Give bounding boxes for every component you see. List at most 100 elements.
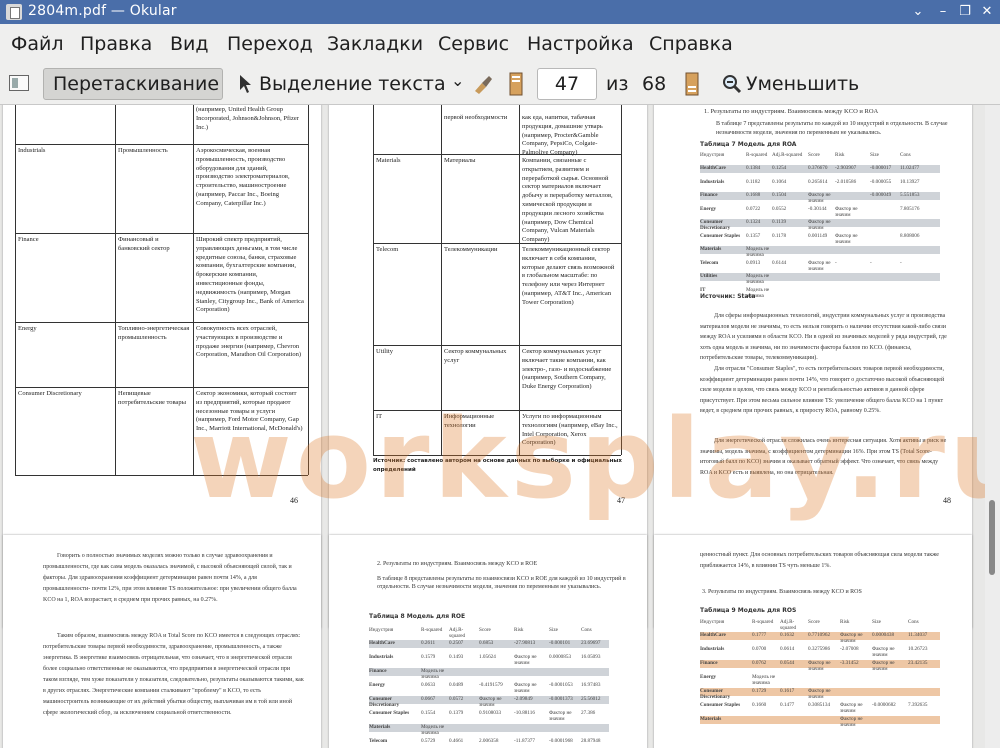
table-cell: Finance [700, 660, 718, 666]
minimize-icon[interactable]: – [933, 2, 953, 22]
table-title: Таблица 7 Модель для ROA [700, 141, 797, 148]
menu-go[interactable]: Переход [227, 33, 313, 55]
table-cell: Фактор не значим [479, 696, 502, 708]
paragraph: Таким образом, взаимосвязь между ROA и T… [43, 633, 304, 716]
table-cell: Telecom [700, 259, 719, 266]
table-cell: Size [549, 627, 558, 633]
table-cell: R-squared [746, 152, 768, 158]
table-cell: -0.4191579 [479, 682, 503, 688]
next-page-icon[interactable] [685, 72, 699, 96]
table-cell: 0.0700 [752, 646, 767, 652]
table-cell: 5.551853 [900, 192, 920, 198]
keep-above-icon[interactable]: ⌄ [908, 2, 928, 22]
table-cell: - [870, 259, 872, 266]
table-cell: Materials [376, 157, 401, 164]
table-cell: Фактор не значим [549, 710, 572, 722]
close-icon[interactable]: ✕ [977, 2, 997, 22]
menu-tools[interactable]: Сервис [438, 33, 509, 55]
table-cell: Индустрия [369, 627, 394, 633]
highlighter-icon[interactable] [472, 73, 494, 95]
table-cell: 0.1777 [752, 632, 767, 638]
table-cell: первой необходимости [444, 114, 508, 121]
table-cell: Industrials [700, 646, 725, 652]
table-cell: Модель не значима [746, 246, 770, 258]
vertical-scrollbar[interactable] [985, 105, 1000, 748]
table-cell: Широкий спектр предприятий, управляющих … [196, 236, 304, 314]
table-cell: 27.386 [581, 710, 596, 716]
page-number-input[interactable]: 47 [537, 68, 597, 100]
table-cell: 0.1493 [449, 654, 464, 660]
table-cell: -0.000101 [549, 640, 571, 646]
table-cell: 23.42135 [908, 660, 928, 666]
table-cell: Energy [369, 682, 386, 688]
table-cell: 0.0762 [752, 660, 767, 666]
table-cell: Фактор не значим [872, 646, 895, 658]
table-cell: 7.805176 [900, 205, 920, 212]
table-cell: Фактор не значим [840, 702, 863, 714]
table-cell: Energy [700, 674, 717, 680]
table-cell: 0.6853 [479, 640, 494, 646]
previous-page-icon[interactable] [509, 72, 523, 96]
table-cell: 0.0000853 [549, 654, 572, 660]
table-cell: Consumer Discretionary [700, 688, 731, 700]
table-cell: Energy [700, 205, 717, 212]
window-title: 2804m.pdf — Okular [28, 3, 177, 19]
table-cell: 0.1660 [752, 702, 767, 708]
okular-app-icon [6, 4, 22, 20]
table-cell: 0.1324 [746, 219, 761, 225]
chevron-down-icon[interactable]: ⌄ [451, 71, 464, 90]
table-cell: (например, United Health Group Incorpora… [196, 106, 299, 131]
table-cell: Materials [700, 246, 722, 252]
zoom-out-button[interactable]: Уменьшить [746, 73, 859, 95]
table-cell: 0.0552 [772, 205, 787, 212]
menu-edit[interactable]: Правка [80, 33, 152, 55]
scrollbar-thumb[interactable] [989, 500, 995, 575]
table-cell: 10.13927 [900, 178, 920, 185]
table-cell: Фактор не значим [835, 205, 858, 218]
table-cell: Consumer Discretionary [18, 390, 82, 397]
page-51: ценностный пункт. Для основных потребите… [654, 535, 972, 748]
table-cell: -0.0001053 [549, 682, 573, 688]
table-cell: HealthCare [369, 640, 395, 646]
text-selection-button[interactable]: Выделение текста [259, 73, 446, 95]
table-cell: Промышленность [118, 147, 168, 154]
table-cell: -0.30144 [808, 205, 827, 212]
maximize-icon[interactable]: ❐ [955, 2, 975, 22]
menu-view[interactable]: Вид [170, 33, 209, 55]
table-cell: 0.1182 [746, 178, 761, 185]
title-bar: 2804m.pdf — Okular ⌄ – ❐ ✕ [0, 0, 1000, 24]
table-cell: 0.2611 [421, 640, 436, 646]
menu-settings[interactable]: Настройка [527, 33, 634, 55]
menu-bookmarks[interactable]: Закладки [327, 33, 423, 55]
table-cell: HealthCare [700, 165, 726, 171]
table-cell: 0.1139 [772, 219, 787, 225]
table-cell: Компании, связанные с открытием, развити… [522, 157, 613, 244]
table-cell: 0.0614 [780, 646, 795, 652]
table-cell: Индустрия [700, 152, 725, 158]
ros-table: Индустрия R-squared Adj.R-squared Score Risk… [700, 619, 950, 748]
table-cell: Фактор не значим [840, 632, 863, 644]
table-cell: Materials [369, 724, 391, 730]
table-cell: 0.265614 [808, 178, 828, 185]
table-cell: 0.0000438 [872, 632, 895, 638]
text-select-cursor-icon[interactable] [239, 74, 253, 94]
table-cell: 0.1554 [421, 710, 436, 716]
table-cell: 0.0913 [746, 259, 761, 266]
menu-file[interactable]: Файл [11, 33, 64, 55]
zoom-out-icon[interactable] [722, 74, 742, 94]
table-cell: Фактор не значим [514, 682, 537, 694]
sidebar-toggle-icon[interactable] [9, 75, 29, 91]
table-cell: -10.88116 [514, 710, 535, 716]
table-cell: Consumer Discretionary [369, 696, 400, 708]
table-title: Таблица 8 Модель для ROE [369, 613, 466, 620]
document-viewport[interactable]: (например, United Health Group Incorpora… [0, 105, 985, 748]
table-cell: Модель не значима [746, 273, 770, 285]
table-cell: Utilities [700, 273, 718, 279]
page-49: Говорить о полностью значимых моделях мо… [3, 535, 321, 748]
menu-help[interactable]: Справка [649, 33, 733, 55]
page-50: 2. Результаты по индустриям. Взаимосвязь… [329, 535, 647, 748]
table-cell: Industrials [369, 654, 394, 660]
table-cell: 0.1379 [449, 710, 464, 716]
table-cell: Фактор не значим [808, 259, 831, 272]
table-cell: 0.1617 [780, 688, 795, 694]
